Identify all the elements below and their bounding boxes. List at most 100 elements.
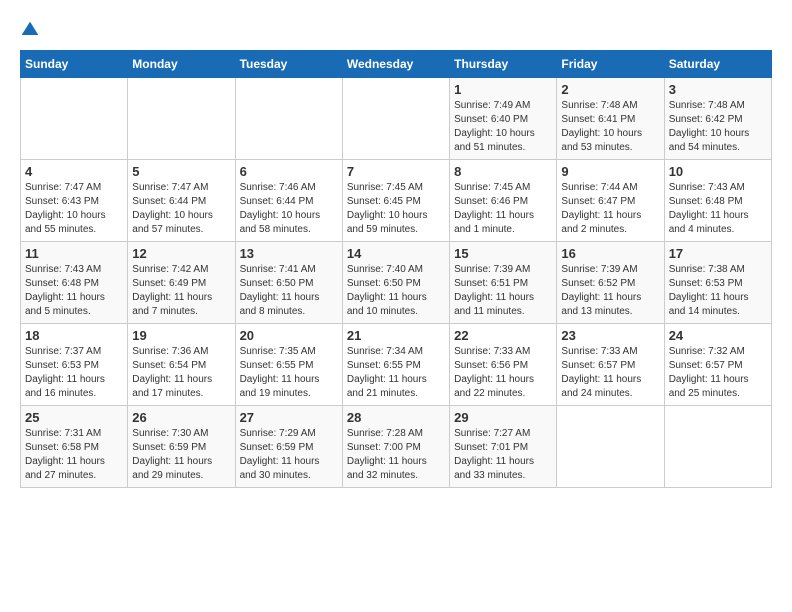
day-info: Sunrise: 7:28 AM Sunset: 7:00 PM Dayligh… [347,427,445,483]
calendar-cell: 25Sunrise: 7:31 AM Sunset: 6:58 PM Dayli… [21,406,128,488]
day-info: Sunrise: 7:42 AM Sunset: 6:49 PM Dayligh… [132,263,230,319]
day-info: Sunrise: 7:44 AM Sunset: 6:47 PM Dayligh… [561,181,659,237]
day-info: Sunrise: 7:45 AM Sunset: 6:45 PM Dayligh… [347,181,445,237]
header-day-wednesday: Wednesday [342,51,449,78]
day-number: 19 [132,328,230,343]
calendar-cell [21,78,128,160]
day-info: Sunrise: 7:31 AM Sunset: 6:58 PM Dayligh… [25,427,123,483]
calendar-cell: 14 Sunrise: 7:40 AM Sunset: 6:50 PM Dayli… [342,242,449,324]
calendar-cell: 22 Sunrise: 7:33 AM Sunset: 6:56 PM Dayli… [450,324,557,406]
day-number: 22 [454,328,552,343]
calendar-week-3: 11 Sunrise: 7:43 AM Sunset: 6:48 PM Dayli… [21,242,772,324]
day-info: Sunrise: 7:34 AM Sunset: 6:55 PM Dayligh… [347,345,445,401]
day-info: Sunrise: 7:43 AM Sunset: 6:48 PM Dayligh… [669,181,767,237]
day-number: 20 [240,328,338,343]
day-number: 9 [561,164,659,179]
day-info: Sunrise: 7:43 AM Sunset: 6:48 PM Dayligh… [25,263,123,319]
calendar-table: SundayMondayTuesdayWednesdayThursdayFrid… [20,50,772,488]
calendar-cell: 17 Sunrise: 7:38 AM Sunset: 6:53 PM Dayli… [664,242,771,324]
calendar-cell: 1 Sunrise: 7:49 AM Sunset: 6:40 PM Daylig… [450,78,557,160]
day-number: 4 [25,164,123,179]
calendar-cell: 5 Sunrise: 7:47 AM Sunset: 6:44 PM Daylig… [128,160,235,242]
day-number: 21 [347,328,445,343]
day-number: 2 [561,82,659,97]
header-day-thursday: Thursday [450,51,557,78]
day-number: 7 [347,164,445,179]
day-info: Sunrise: 7:37 AM Sunset: 6:53 PM Dayligh… [25,345,123,401]
calendar-header-row: SundayMondayTuesdayWednesdayThursdayFrid… [21,51,772,78]
calendar-week-1: 1 Sunrise: 7:49 AM Sunset: 6:40 PM Daylig… [21,78,772,160]
day-info: Sunrise: 7:27 AM Sunset: 7:01 PM Dayligh… [454,427,552,483]
calendar-cell: 28 Sunrise: 7:28 AM Sunset: 7:00 PM Dayli… [342,406,449,488]
day-number: 14 [347,246,445,261]
header-day-tuesday: Tuesday [235,51,342,78]
day-number: 13 [240,246,338,261]
day-number: 29 [454,410,552,425]
day-number: 24 [669,328,767,343]
logo-icon [20,20,40,40]
calendar-cell: 13 Sunrise: 7:41 AM Sunset: 6:50 PM Dayli… [235,242,342,324]
day-info: Sunrise: 7:45 AM Sunset: 6:46 PM Dayligh… [454,181,552,237]
calendar-week-2: 4 Sunrise: 7:47 AM Sunset: 6:43 PM Daylig… [21,160,772,242]
calendar-cell: 26 Sunrise: 7:30 AM Sunset: 6:59 PM Dayli… [128,406,235,488]
day-number: 15 [454,246,552,261]
calendar-cell: 4 Sunrise: 7:47 AM Sunset: 6:43 PM Daylig… [21,160,128,242]
day-info: Sunrise: 7:48 AM Sunset: 6:42 PM Dayligh… [669,99,767,155]
calendar-cell [664,406,771,488]
day-info: Sunrise: 7:30 AM Sunset: 6:59 PM Dayligh… [132,427,230,483]
header-day-monday: Monday [128,51,235,78]
logo [20,20,44,40]
header-day-saturday: Saturday [664,51,771,78]
calendar-cell: 12 Sunrise: 7:42 AM Sunset: 6:49 PM Dayli… [128,242,235,324]
calendar-cell [557,406,664,488]
day-number: 26 [132,410,230,425]
calendar-cell: 19 Sunrise: 7:36 AM Sunset: 6:54 PM Dayli… [128,324,235,406]
day-info: Sunrise: 7:36 AM Sunset: 6:54 PM Dayligh… [132,345,230,401]
calendar-cell: 8 Sunrise: 7:45 AM Sunset: 6:46 PM Daylig… [450,160,557,242]
day-info: Sunrise: 7:40 AM Sunset: 6:50 PM Dayligh… [347,263,445,319]
calendar-cell: 10Sunrise: 7:43 AM Sunset: 6:48 PM Dayli… [664,160,771,242]
calendar-week-4: 18 Sunrise: 7:37 AM Sunset: 6:53 PM Dayli… [21,324,772,406]
day-number: 11 [25,246,123,261]
calendar-cell: 18 Sunrise: 7:37 AM Sunset: 6:53 PM Dayli… [21,324,128,406]
day-info: Sunrise: 7:47 AM Sunset: 6:44 PM Dayligh… [132,181,230,237]
day-number: 5 [132,164,230,179]
header [20,20,772,40]
day-number: 3 [669,82,767,97]
calendar-cell [128,78,235,160]
day-info: Sunrise: 7:39 AM Sunset: 6:52 PM Dayligh… [561,263,659,319]
day-number: 23 [561,328,659,343]
calendar-cell: 11 Sunrise: 7:43 AM Sunset: 6:48 PM Dayli… [21,242,128,324]
day-number: 8 [454,164,552,179]
day-info: Sunrise: 7:47 AM Sunset: 6:43 PM Dayligh… [25,181,123,237]
day-info: Sunrise: 7:29 AM Sunset: 6:59 PM Dayligh… [240,427,338,483]
day-info: Sunrise: 7:35 AM Sunset: 6:55 PM Dayligh… [240,345,338,401]
calendar-week-5: 25Sunrise: 7:31 AM Sunset: 6:58 PM Dayli… [21,406,772,488]
day-number: 16 [561,246,659,261]
day-info: Sunrise: 7:33 AM Sunset: 6:57 PM Dayligh… [561,345,659,401]
day-info: Sunrise: 7:33 AM Sunset: 6:56 PM Dayligh… [454,345,552,401]
day-number: 28 [347,410,445,425]
day-info: Sunrise: 7:41 AM Sunset: 6:50 PM Dayligh… [240,263,338,319]
day-number: 17 [669,246,767,261]
calendar-cell [235,78,342,160]
day-number: 12 [132,246,230,261]
calendar-cell: 2 Sunrise: 7:48 AM Sunset: 6:41 PM Daylig… [557,78,664,160]
day-info: Sunrise: 7:38 AM Sunset: 6:53 PM Dayligh… [669,263,767,319]
day-info: Sunrise: 7:48 AM Sunset: 6:41 PM Dayligh… [561,99,659,155]
day-info: Sunrise: 7:49 AM Sunset: 6:40 PM Dayligh… [454,99,552,155]
calendar-cell: 7 Sunrise: 7:45 AM Sunset: 6:45 PM Daylig… [342,160,449,242]
day-info: Sunrise: 7:39 AM Sunset: 6:51 PM Dayligh… [454,263,552,319]
day-info: Sunrise: 7:46 AM Sunset: 6:44 PM Dayligh… [240,181,338,237]
calendar-cell: 27Sunrise: 7:29 AM Sunset: 6:59 PM Dayli… [235,406,342,488]
day-number: 18 [25,328,123,343]
calendar-cell: 3 Sunrise: 7:48 AM Sunset: 6:42 PM Daylig… [664,78,771,160]
header-day-sunday: Sunday [21,51,128,78]
day-number: 6 [240,164,338,179]
calendar-cell: 20 Sunrise: 7:35 AM Sunset: 6:55 PM Dayli… [235,324,342,406]
calendar-cell: 23 Sunrise: 7:33 AM Sunset: 6:57 PM Dayli… [557,324,664,406]
day-number: 1 [454,82,552,97]
calendar-cell: 21 Sunrise: 7:34 AM Sunset: 6:55 PM Dayli… [342,324,449,406]
calendar-cell: 6 Sunrise: 7:46 AM Sunset: 6:44 PM Daylig… [235,160,342,242]
calendar-cell: 29 Sunrise: 7:27 AM Sunset: 7:01 PM Dayli… [450,406,557,488]
